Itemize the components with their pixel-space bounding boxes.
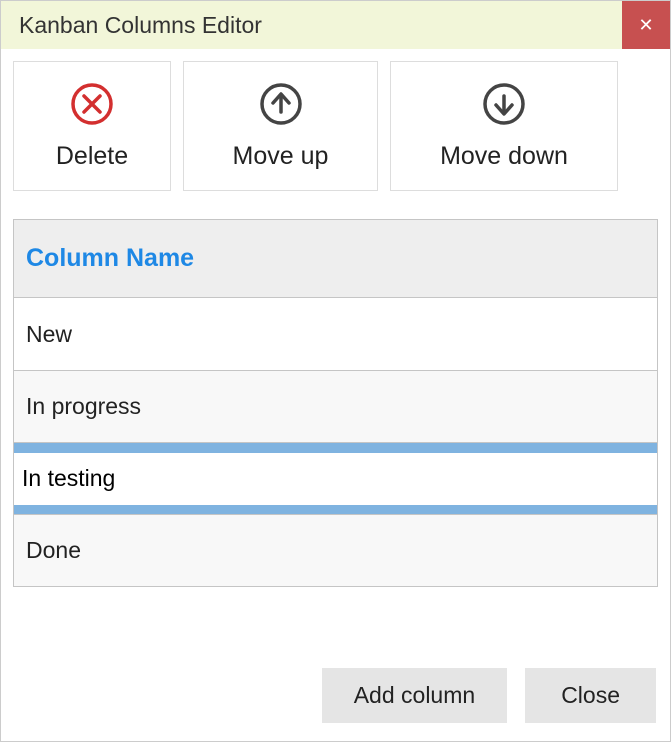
content-area: Delete Move up Move down Column Name New… <box>1 49 670 652</box>
move-up-label: Move up <box>233 142 329 171</box>
delete-button[interactable]: Delete <box>13 61 171 191</box>
columns-table: Column Name New In progress Done <box>13 219 658 587</box>
table-row[interactable]: In progress <box>14 370 657 442</box>
arrow-down-icon <box>482 82 526 126</box>
close-button[interactable]: Close <box>525 668 656 723</box>
delete-icon <box>70 82 114 126</box>
window-title: Kanban Columns Editor <box>19 12 262 39</box>
move-down-button[interactable]: Move down <box>390 61 618 191</box>
table-row-editing[interactable] <box>14 442 657 514</box>
cell-value: In progress <box>26 393 141 420</box>
cell-value: New <box>26 321 72 348</box>
delete-label: Delete <box>56 142 128 171</box>
close-icon: ✕ <box>638 15 653 36</box>
toolbar: Delete Move up Move down <box>13 61 658 191</box>
move-up-button[interactable]: Move up <box>183 61 378 191</box>
cell-value: Done <box>26 537 81 564</box>
move-down-label: Move down <box>440 142 568 171</box>
table-header[interactable]: Column Name <box>14 220 657 298</box>
titlebar: Kanban Columns Editor ✕ <box>1 1 670 49</box>
add-column-button[interactable]: Add column <box>322 668 507 723</box>
table-row[interactable]: Done <box>14 514 657 586</box>
footer: Add column Close <box>1 652 670 741</box>
arrow-up-icon <box>259 82 303 126</box>
column-name-input[interactable] <box>14 453 657 505</box>
window-close-button[interactable]: ✕ <box>622 1 670 49</box>
table-row[interactable]: New <box>14 298 657 370</box>
